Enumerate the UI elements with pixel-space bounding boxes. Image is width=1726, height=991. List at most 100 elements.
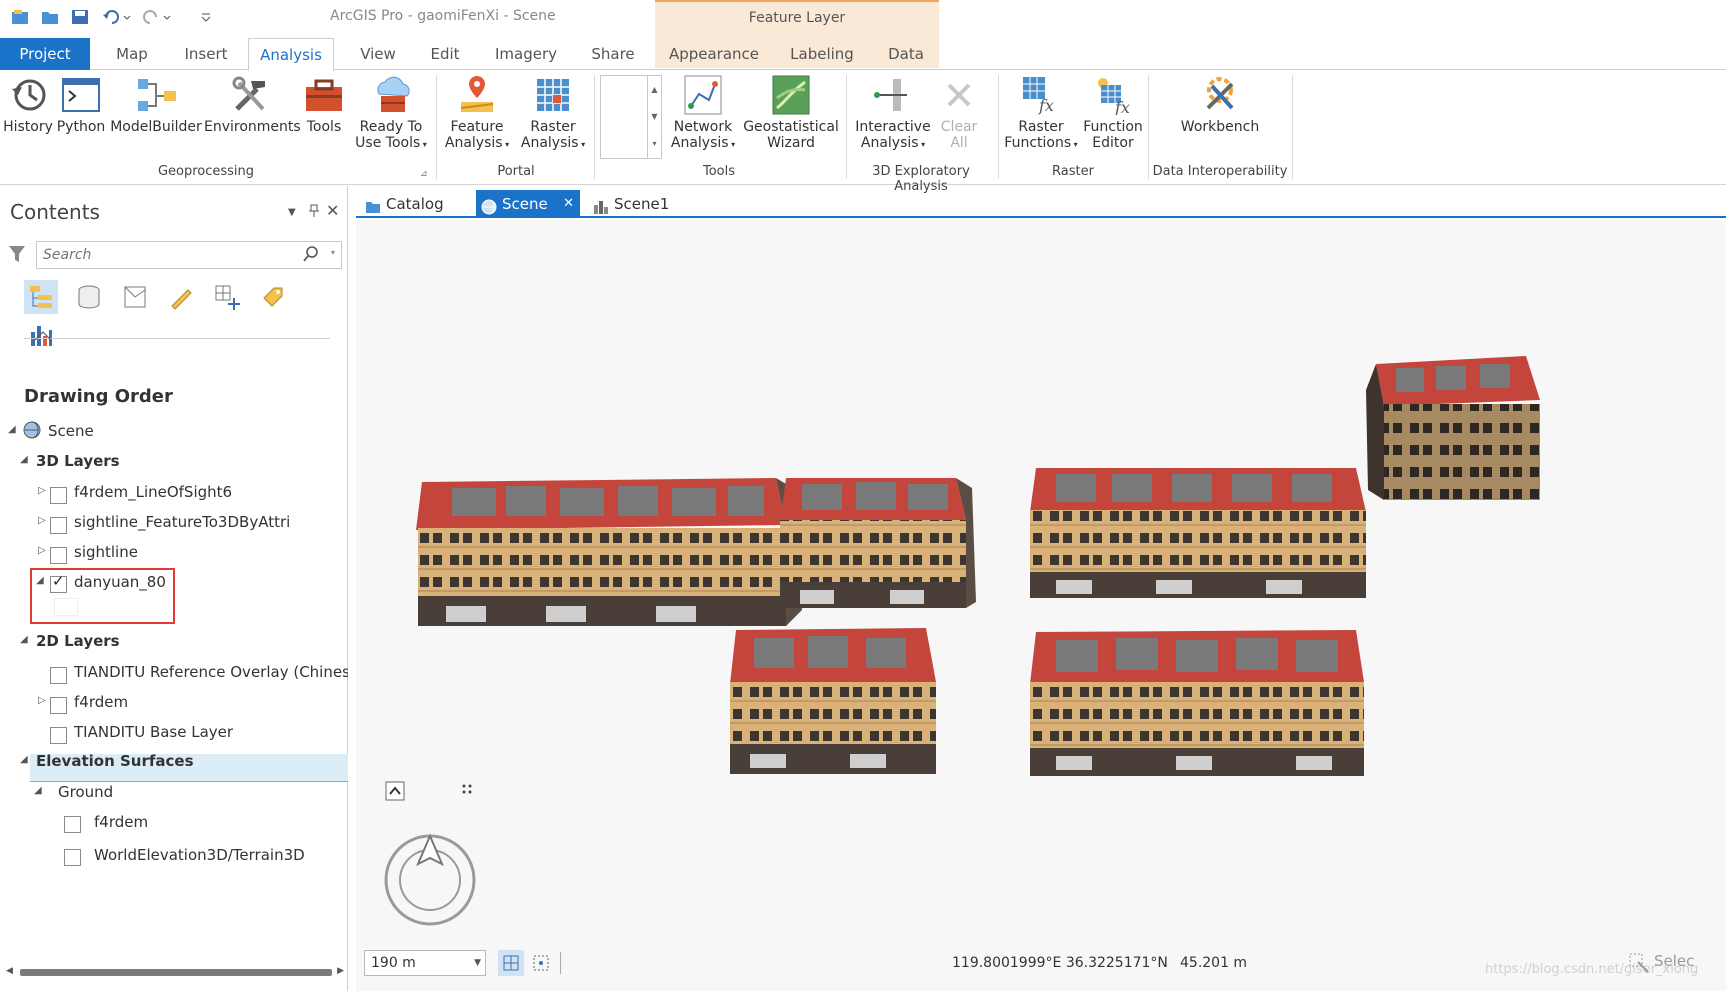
ready-to-use-tools-button[interactable]: Ready To Use Tools ▾	[350, 73, 432, 153]
scroll-left-icon[interactable]: ◀	[6, 966, 13, 976]
pin-icon[interactable]	[308, 204, 320, 222]
tab-catalog[interactable]: Catalog	[360, 190, 470, 218]
tab-edit[interactable]: Edit	[420, 38, 470, 70]
tab-analysis[interactable]: Analysis	[248, 38, 334, 71]
horizontal-scrollbar[interactable]: ◀ ▶	[6, 965, 344, 979]
building-1[interactable]	[416, 478, 802, 626]
list-by-selection-icon[interactable]	[118, 280, 152, 314]
scale-dropdown[interactable]: 190 m ▼	[364, 950, 486, 976]
tools-gallery[interactable]: ▲ ▼ ▾	[600, 75, 662, 159]
tab-share[interactable]: Share	[580, 38, 646, 70]
tab-scene1[interactable]: Scene1	[588, 190, 698, 218]
building-6[interactable]	[1030, 630, 1364, 776]
list-by-data-source-icon[interactable]	[72, 280, 106, 314]
tree-item-scene[interactable]: Scene	[48, 418, 94, 444]
filter-icon[interactable]	[8, 244, 26, 268]
tree-group-elevation-surfaces[interactable]: Elevation Surfaces	[36, 748, 194, 774]
layer-visibility-checkbox[interactable]	[50, 487, 67, 504]
tree-item-ground[interactable]: Ground	[58, 779, 113, 805]
search-options-icon[interactable]: ▾	[331, 248, 335, 257]
workbench-button[interactable]: Workbench	[1176, 73, 1264, 135]
building-5[interactable]	[730, 628, 936, 774]
close-pane-icon[interactable]: ✕	[326, 201, 339, 220]
gallery-scroll-down-icon[interactable]: ▼	[647, 103, 661, 130]
geostatistical-wizard-button[interactable]: Geostatistical Wizard	[740, 73, 842, 151]
tree-layer-sightline[interactable]: sightline	[74, 539, 138, 565]
new-project-icon[interactable]	[10, 7, 30, 27]
tree-group-2d-layers[interactable]: 2D Layers	[36, 628, 120, 654]
tree-layer-tianditu-base[interactable]: TIANDITU Base Layer	[74, 719, 233, 745]
tree-surface-f4rdem[interactable]: f4rdem	[94, 809, 148, 835]
close-tab-icon[interactable]: ✕	[563, 190, 574, 218]
tab-data[interactable]: Data	[876, 38, 936, 70]
expand-navigator-button[interactable]	[385, 781, 405, 801]
building-3[interactable]	[1030, 468, 1366, 598]
tab-appearance[interactable]: Appearance	[664, 38, 764, 70]
layer-visibility-checkbox[interactable]	[50, 547, 67, 564]
expand-ground-icon[interactable]: ◢	[34, 785, 42, 796]
dialog-launcher-icon[interactable]: ⊿	[420, 169, 428, 179]
tab-imagery[interactable]: Imagery	[486, 38, 566, 70]
expand-layer-icon[interactable]: ▷	[38, 485, 46, 496]
layer-visibility-checkbox[interactable]	[50, 667, 67, 684]
search-icon[interactable]	[303, 246, 319, 266]
raster-analysis-button[interactable]: Raster Analysis ▾	[516, 73, 590, 153]
expand-2d-layers-icon[interactable]: ◢	[20, 634, 28, 645]
environments-button[interactable]: Environments	[204, 73, 301, 135]
network-analysis-button[interactable]: Network Analysis ▾	[668, 73, 738, 153]
python-button[interactable]: Python	[56, 73, 106, 135]
scrollbar-thumb[interactable]	[20, 969, 332, 976]
list-by-editing-icon[interactable]	[164, 280, 198, 314]
feature-analysis-button[interactable]: Feature Analysis ▾	[440, 73, 514, 153]
raster-functions-button[interactable]: fx Raster Functions ▾	[1002, 73, 1080, 153]
gallery-scroll-up-icon[interactable]: ▲	[647, 76, 661, 103]
scene-view[interactable]	[356, 220, 1726, 942]
redo-icon[interactable]	[140, 7, 174, 27]
surface-visibility-checkbox[interactable]	[64, 816, 81, 833]
tab-view[interactable]: View	[350, 38, 406, 70]
history-button[interactable]: History	[2, 73, 54, 135]
expand-layer-icon[interactable]: ▷	[38, 695, 46, 706]
list-by-labeling-icon[interactable]	[256, 280, 290, 314]
interactive-analysis-button[interactable]: Interactive Analysis ▾	[852, 73, 934, 153]
surface-visibility-checkbox[interactable]	[64, 849, 81, 866]
tree-layer-tianditu-reference[interactable]: TIANDITU Reference Overlay (Chinese	[74, 659, 348, 685]
snapping-toggle[interactable]	[498, 950, 524, 976]
search-input[interactable]	[43, 246, 293, 264]
drag-handle-icon[interactable]	[462, 784, 472, 794]
layer-visibility-checkbox[interactable]	[50, 517, 67, 534]
scroll-right-icon[interactable]: ▶	[337, 966, 344, 976]
building-4[interactable]	[1366, 356, 1540, 500]
tools-button[interactable]: Tools	[300, 73, 348, 135]
layer-visibility-checkbox[interactable]	[50, 727, 67, 744]
navigator-compass-icon[interactable]	[384, 833, 476, 926]
pane-options-icon[interactable]: ▼	[288, 207, 296, 218]
list-by-drawing-order-icon[interactable]	[24, 280, 58, 314]
selection-label[interactable]: Selec	[1654, 952, 1694, 970]
scene-canvas[interactable]	[356, 220, 1726, 942]
layer-visibility-checkbox[interactable]	[50, 697, 67, 714]
tab-map[interactable]: Map	[104, 38, 160, 70]
selection-icon[interactable]	[1628, 952, 1650, 978]
function-editor-button[interactable]: fx Function Editor	[1080, 73, 1146, 151]
expand-layer-icon[interactable]: ▷	[38, 545, 46, 556]
tab-scene[interactable]: Scene ✕	[476, 190, 580, 218]
tab-project[interactable]: Project	[0, 38, 90, 70]
tab-labeling[interactable]: Labeling	[782, 38, 862, 70]
modelbuilder-button[interactable]: ModelBuilder	[110, 73, 202, 135]
expand-elevation-icon[interactable]: ◢	[20, 754, 28, 765]
gallery-expand-icon[interactable]: ▾	[647, 130, 661, 158]
customize-icon[interactable]	[196, 7, 216, 27]
building-2[interactable]	[780, 478, 976, 608]
tree-layer-f4rdem[interactable]: f4rdem	[74, 689, 128, 715]
undo-icon[interactable]	[100, 7, 134, 27]
tree-layer-sightline-3d[interactable]: sightline_FeatureTo3DByAttri	[74, 509, 290, 535]
tree-surface-worldelevation[interactable]: WorldElevation3D/Terrain3D	[94, 842, 305, 868]
grid-toggle[interactable]	[528, 950, 554, 976]
collapse-toolbar-icon[interactable]	[34, 330, 52, 345]
search-box[interactable]: ▾	[36, 241, 342, 269]
save-icon[interactable]	[70, 7, 90, 27]
expand-3d-layers-icon[interactable]: ◢	[20, 454, 28, 465]
tab-insert[interactable]: Insert	[176, 38, 236, 70]
clear-all-button[interactable]: Clear All	[936, 73, 982, 151]
